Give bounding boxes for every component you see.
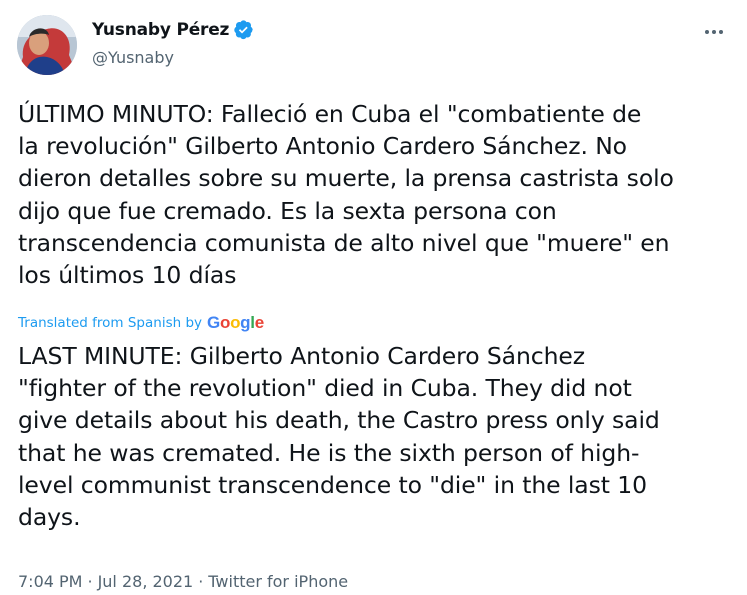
tweet-translated-text: LAST MINUTE: Gilberto Antonio Cardero Sá… <box>18 342 660 532</box>
avatar[interactable] <box>17 15 77 75</box>
verified-badge-icon <box>233 19 254 40</box>
author-handle[interactable]: @Yusnaby <box>92 48 174 67</box>
tweet-source-link[interactable]: Twitter for iPhone <box>208 572 348 591</box>
translated-label: Translated from Spanish by <box>18 315 203 331</box>
tweet-date-link[interactable]: Jul 28, 2021 <box>98 572 194 591</box>
author-display-name[interactable]: Yusnaby Pérez <box>92 20 229 40</box>
tweet-original-text: ÚLTIMO MINUTO: Falleció en Cuba el "comb… <box>18 100 674 290</box>
translation-attribution[interactable]: Translated from Spanish by Google <box>18 313 264 333</box>
tweet-meta: 7:04 PM · Jul 28, 2021 · Twitter for iPh… <box>18 572 348 591</box>
author-name-row[interactable]: Yusnaby Pérez <box>92 19 254 40</box>
tweet-time-link[interactable]: 7:04 PM <box>18 572 82 591</box>
google-logo: Google <box>207 313 264 332</box>
meta-separator: · <box>87 572 93 591</box>
more-options-icon[interactable] <box>697 18 731 46</box>
avatar-image <box>17 15 77 75</box>
tweet-card: Yusnaby Pérez @Yusnaby ÚLTIMO MINUTO: Fa… <box>0 0 747 595</box>
meta-separator: · <box>198 572 204 591</box>
